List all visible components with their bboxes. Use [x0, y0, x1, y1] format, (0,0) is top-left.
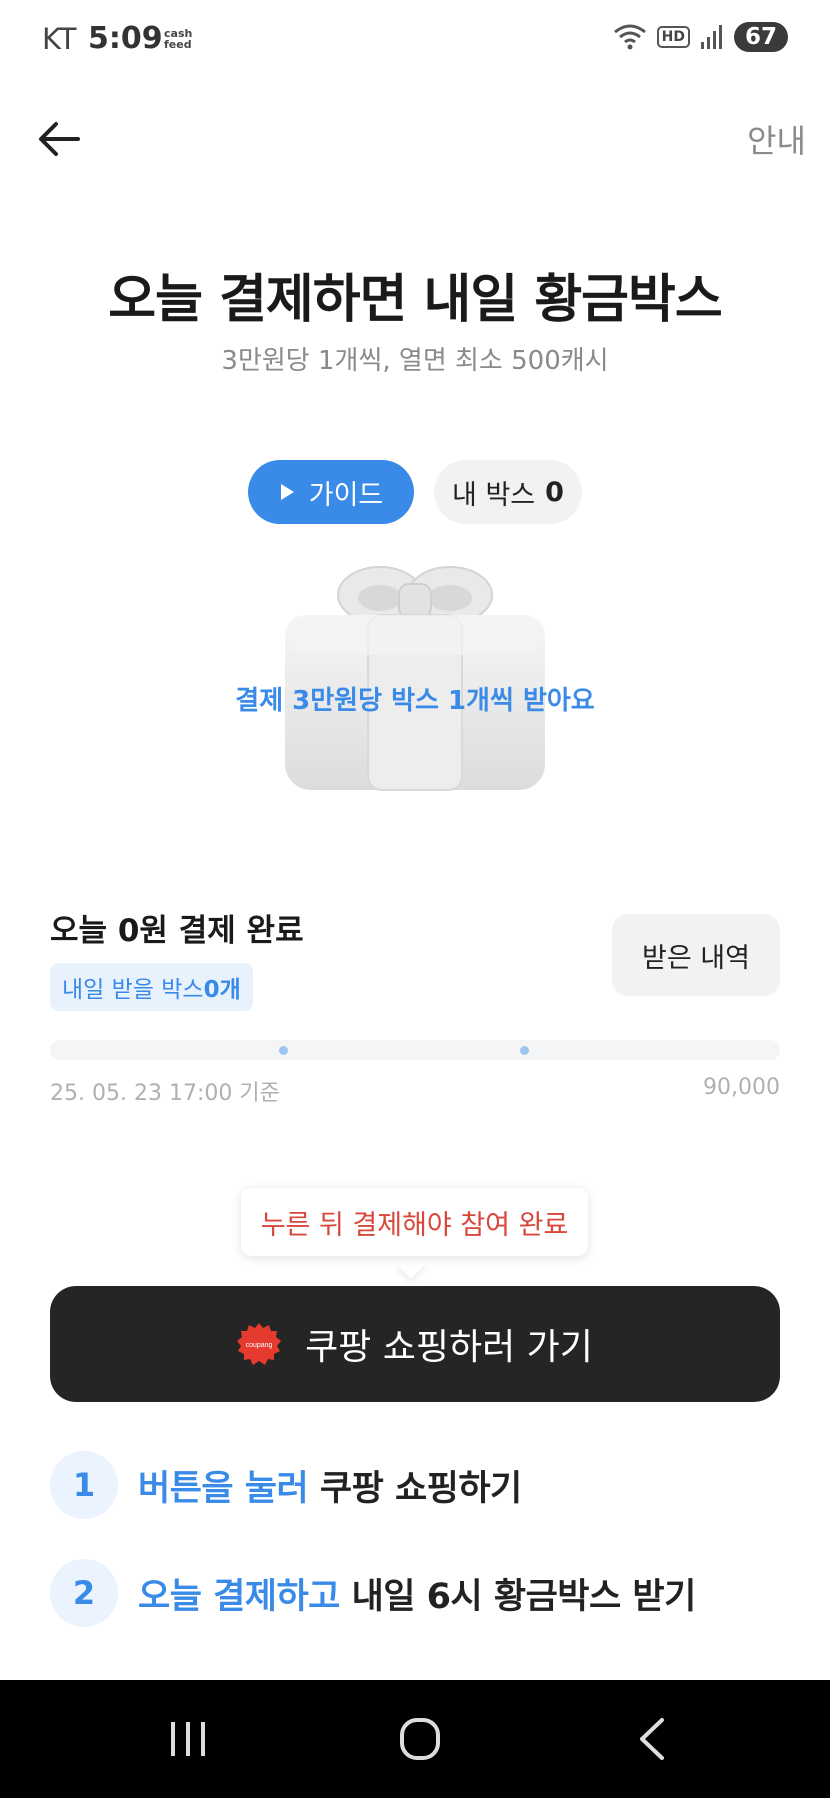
- tomorrow-box-badge: 내일 받을 박스 0개: [50, 963, 253, 1011]
- coupang-logo-text: coupang: [246, 1342, 273, 1349]
- step-text: 오늘 결제하고 내일 6시 황금박스 받기: [138, 1568, 696, 1619]
- step-rest: 내일 6시 황금박스 받기: [339, 1576, 697, 1617]
- received-history-button[interactable]: 받은 내역: [612, 914, 780, 996]
- step-item: 2 오늘 결제하고 내일 6시 황금박스 받기: [50, 1558, 696, 1628]
- tomorrow-box-count: 0개: [203, 977, 241, 1003]
- my-box-counter: 내 박스 0: [434, 460, 582, 524]
- step-text: 버튼을 눌러 쿠팡 쇼핑하기: [138, 1460, 522, 1511]
- play-icon: [280, 484, 294, 500]
- coupang-shopping-label: 쿠팡 쇼핑하러 가기: [305, 1327, 593, 1368]
- hd-voice-icon: HD: [656, 26, 690, 48]
- payment-status-title: 오늘 0원 결제 완료: [50, 913, 304, 949]
- home-button[interactable]: [390, 1714, 450, 1764]
- cashfeed-line2: feed: [164, 38, 192, 51]
- step-rest: 쿠팡 쇼핑하기: [308, 1468, 522, 1509]
- wifi-icon: [613, 24, 646, 50]
- progress-timestamp: 25. 05. 23 17:00 기준: [50, 1081, 280, 1106]
- progress-milestone-dot: [279, 1046, 288, 1055]
- nav-back-button[interactable]: [622, 1714, 682, 1764]
- recent-apps-icon: [171, 1722, 205, 1756]
- status-time: 5:09: [88, 21, 163, 56]
- recent-apps-button[interactable]: [158, 1714, 218, 1764]
- step-highlight: 오늘 결제하고: [138, 1576, 340, 1617]
- step-number: 1: [50, 1451, 118, 1519]
- status-bar: KT 5:09 cash feed HD 67: [0, 0, 830, 80]
- page-title: 오늘 결제하면 내일 황금박스: [108, 270, 722, 330]
- carrier-label: KT: [42, 22, 77, 56]
- signal-icon: [700, 25, 722, 49]
- step-item: 1 버튼을 눌러 쿠팡 쇼핑하기: [50, 1450, 522, 1520]
- progress-max-amount: 90,000: [703, 1075, 780, 1100]
- step-number: 2: [50, 1559, 118, 1627]
- guide-button[interactable]: 가이드: [248, 460, 414, 524]
- back-chevron-icon: [640, 1718, 664, 1760]
- status-icons: HD 67: [613, 22, 788, 52]
- step-highlight: 버튼을 눌러: [138, 1468, 309, 1509]
- coupang-shopping-button[interactable]: coupang 쿠팡 쇼핑하러 가기: [50, 1286, 780, 1402]
- tomorrow-box-label: 내일 받을 박스: [62, 977, 204, 1003]
- coupang-logo-icon: coupang: [237, 1323, 282, 1365]
- my-box-count: 0: [545, 476, 564, 508]
- cashfeed-notification-icon: cash feed: [164, 28, 192, 50]
- back-button[interactable]: [34, 114, 84, 164]
- arrow-left-icon: [39, 122, 80, 156]
- battery-icon: 67: [733, 22, 788, 52]
- progress-milestone-dot: [520, 1046, 529, 1055]
- guide-label: 가이드: [308, 479, 384, 511]
- my-box-label: 내 박스: [452, 479, 536, 511]
- home-icon: [400, 1718, 440, 1760]
- page-subtitle: 3만원당 1개씩, 열면 최소 500캐시: [221, 346, 609, 376]
- payment-progress-bar: [50, 1040, 780, 1060]
- gift-caption: 결제 3만원당 박스 1개씩 받아요: [235, 686, 595, 716]
- participation-tooltip: 누른 뒤 결제해야 참여 완료: [241, 1188, 588, 1256]
- info-link[interactable]: 안내: [747, 116, 806, 162]
- system-nav-bar: [0, 1680, 830, 1798]
